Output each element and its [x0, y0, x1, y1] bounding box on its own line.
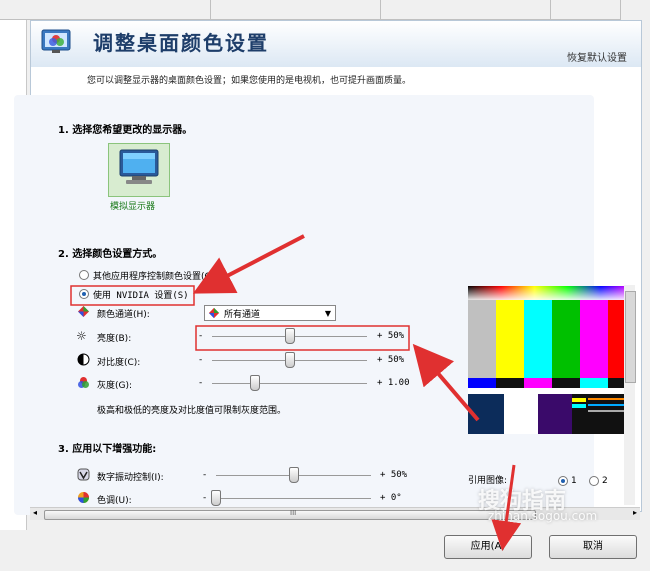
brightness-slider-thumb[interactable]: [284, 328, 295, 344]
color-channel-value: 所有通道: [224, 310, 261, 320]
display-color-icon: [41, 29, 71, 53]
page-header: 调整桌面颜色设置 恢复默认设置: [31, 21, 641, 67]
section-heading-color-method: 2. 选择颜色设置方式。: [58, 249, 163, 260]
contrast-slider-thumb[interactable]: [284, 352, 295, 368]
brightness-minus: -: [199, 331, 203, 341]
gamma-icon: [78, 377, 89, 388]
gamma-label: 灰度(G):: [97, 381, 133, 391]
scroll-grip: III: [290, 509, 297, 517]
radio-nvidia-settings-label: 使用 NVIDIA 设置(S): [93, 291, 189, 301]
color-channel-icon: [78, 306, 89, 317]
top-strip-cell: [550, 0, 621, 20]
apply-button[interactable]: 应用(A): [444, 535, 532, 559]
top-strip-cell: [380, 0, 551, 20]
hue-slider-thumb[interactable]: [211, 490, 221, 506]
section-heading-enhancements: 3. 应用以下增强功能:: [58, 444, 157, 455]
hue-label: 色调(U):: [97, 496, 132, 506]
monitor-icon: [119, 149, 159, 184]
scroll-left-icon[interactable]: ◂: [33, 508, 37, 517]
hue-icon: [78, 492, 89, 503]
hue-minus: -: [203, 493, 207, 503]
page-title: 调整桌面颜色设置: [93, 31, 269, 55]
radio-other-apps[interactable]: [79, 270, 89, 280]
vertical-scrollbar-thumb[interactable]: [625, 291, 636, 383]
watermark: 搜狗指南 zhinan.sogou.com: [478, 483, 638, 535]
contrast-minus: -: [199, 355, 203, 365]
hue-value: + 0°: [380, 493, 402, 503]
vibrance-minus: -: [203, 470, 207, 480]
radio-nvidia-settings[interactable]: [79, 289, 89, 299]
monitor-tile[interactable]: [108, 143, 170, 197]
watermark-url: zhinan.sogou.com: [488, 509, 598, 523]
monitor-label: 模拟显示器: [110, 202, 156, 212]
top-strip-cell: [0, 0, 211, 20]
color-channel-option-icon: [208, 307, 220, 319]
hue-slider[interactable]: [216, 498, 371, 499]
chevron-down-icon: ▼: [324, 309, 331, 318]
range-note: 极高和极低的亮度及对比度值可限制灰度范围。: [97, 406, 287, 416]
gamma-minus: -: [199, 378, 203, 388]
contrast-label: 对比度(C):: [97, 358, 141, 368]
top-strip-cell: [210, 0, 381, 20]
vibrance-label: 数字振动控制(I):: [97, 473, 164, 483]
vertical-scrollbar[interactable]: [624, 285, 636, 505]
sun-icon: ☼: [76, 329, 87, 343]
brightness-value: + 50%: [377, 331, 405, 341]
vibrance-slider-thumb[interactable]: [288, 467, 299, 483]
contrast-icon: [77, 353, 90, 366]
vibrance-value: + 50%: [380, 470, 408, 480]
color-channel-select[interactable]: 所有通道 ▼: [204, 305, 336, 321]
top-strip: [0, 0, 650, 20]
page-description: 您可以调整显示器的桌面颜色设置；如果您使用的是电视机，也可提升画面质量。: [87, 76, 412, 86]
gamma-slider-thumb[interactable]: [250, 375, 261, 391]
vibrance-icon: [77, 468, 90, 481]
brightness-label: 亮度(B):: [97, 334, 132, 344]
horizontal-scrollbar-thumb[interactable]: III: [44, 509, 536, 520]
restore-defaults-link[interactable]: 恢复默认设置: [567, 49, 627, 64]
gamma-value: + 1.00: [377, 378, 410, 388]
section-heading-monitor: 1. 选择您希望更改的显示器。: [58, 125, 193, 136]
color-channel-label: 颜色通道(H):: [97, 310, 150, 320]
radio-other-apps-label: 其他应用程序控制颜色设置(O): [93, 272, 216, 282]
cancel-button[interactable]: 取消: [549, 535, 637, 559]
contrast-value: + 50%: [377, 355, 405, 365]
reference-image: [468, 286, 634, 434]
gamma-slider[interactable]: [212, 383, 367, 384]
